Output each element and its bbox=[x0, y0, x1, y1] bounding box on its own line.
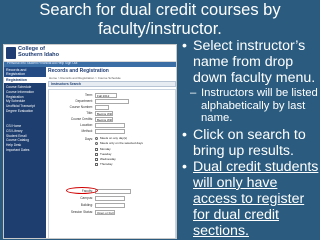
faculty-select[interactable] bbox=[95, 189, 131, 194]
location-select[interactable] bbox=[95, 123, 125, 128]
days-label: Days: bbox=[84, 137, 93, 141]
location-row: Location: bbox=[49, 123, 176, 128]
top-nav-links[interactable]: Personal Info Student Financial Aid Help… bbox=[7, 61, 77, 65]
section-label: Instructors Search bbox=[51, 82, 81, 86]
bullet-3: • Dual credit students will only have ac… bbox=[182, 159, 319, 239]
bullet-dot-icon: • bbox=[182, 38, 187, 54]
breadcrumb[interactable]: Home > Records and Registration > Course… bbox=[49, 76, 121, 80]
search-form: Term: Fall 2012 Department: Course Numbe… bbox=[48, 89, 176, 238]
header-bar: College of Southern Idaho bbox=[4, 45, 176, 62]
sidebar-subheader: Registration bbox=[4, 77, 46, 83]
course-label: Course Number: bbox=[69, 105, 93, 109]
title-row: Title: Begins With bbox=[49, 111, 176, 116]
selected-days-radio[interactable] bbox=[95, 142, 98, 145]
wednesday-checkbox[interactable] bbox=[95, 158, 98, 161]
term-label: Term: bbox=[85, 93, 93, 97]
bullet-2: • Click on search to bring up results. bbox=[182, 127, 319, 159]
method-row: Method: bbox=[49, 129, 176, 134]
bullet-dot-icon: • bbox=[182, 158, 187, 175]
dash-icon: – bbox=[190, 87, 197, 99]
campus-select[interactable] bbox=[95, 196, 125, 201]
tuesday-checkbox[interactable] bbox=[95, 153, 98, 156]
slide: Search for dual credit courses by facult… bbox=[0, 0, 320, 240]
bullet-3-text: Dual credit students will only have acce… bbox=[193, 158, 319, 239]
credits-label: Course Credits: bbox=[70, 117, 93, 121]
bullet-list: • Select instructor’s name from drop dow… bbox=[182, 38, 319, 239]
title-match-select[interactable]: Begins With bbox=[95, 111, 113, 116]
screenshot-panel: College of Southern Idaho Personal Info … bbox=[3, 44, 177, 239]
bullet-dot-icon: • bbox=[182, 126, 187, 143]
section-toolbar: Instructors Search bbox=[48, 81, 176, 87]
bullet-1: • Select instructor’s name from drop dow… bbox=[182, 38, 319, 86]
any-day-label: Meets on any day(s) bbox=[100, 136, 128, 140]
session-label: Session Status: bbox=[70, 210, 93, 214]
sidebar: Records and Registration Registration Co… bbox=[4, 67, 46, 238]
college-name: College of Southern Idaho bbox=[18, 46, 60, 58]
thursday-label: Thursday bbox=[100, 162, 113, 166]
title-line-1: Search for dual credit courses by bbox=[39, 1, 281, 19]
sidebar-item[interactable]: Degree Evaluation bbox=[6, 109, 44, 114]
term-row: Term: Fall 2012 bbox=[49, 93, 176, 98]
monday-checkbox[interactable] bbox=[95, 148, 98, 151]
department-select[interactable] bbox=[95, 99, 129, 104]
bullet-2-text: Click on search to bring up results. bbox=[193, 126, 306, 159]
course-number-input[interactable] bbox=[95, 105, 109, 110]
college-logo-icon bbox=[6, 47, 16, 59]
wednesday-label: Wednesday bbox=[100, 157, 116, 161]
thursday-checkbox[interactable] bbox=[95, 163, 98, 166]
monday-label: Monday bbox=[100, 147, 111, 151]
building-label: Building: bbox=[80, 203, 93, 207]
any-day-radio[interactable] bbox=[95, 137, 98, 140]
credits-row: Course Credits: Begins With bbox=[49, 117, 176, 122]
bullet-1-text: Select instructor’s name from drop down … bbox=[193, 38, 316, 86]
credits-match-select[interactable]: Begins With bbox=[95, 117, 113, 122]
session-row: Session Status: Open or Full bbox=[49, 210, 176, 215]
session-select[interactable]: Open or Full bbox=[95, 210, 115, 215]
sub-bullet-text: Instructors will be listed alphabeticall… bbox=[201, 87, 318, 125]
department-row: Department: bbox=[49, 99, 176, 104]
sidebar-links: CSI Home CSI Library Student Email Cours… bbox=[6, 124, 44, 153]
title-line-2: faculty/instructor. bbox=[98, 20, 222, 38]
term-select[interactable]: Fall 2012 bbox=[95, 93, 117, 98]
sub-bullet: – Instructors will be listed alphabetica… bbox=[182, 87, 319, 125]
sidebar-link[interactable]: Important Dates bbox=[6, 148, 44, 153]
department-label: Department: bbox=[75, 99, 93, 103]
main-content: Records and Registration Home > Records … bbox=[46, 67, 176, 238]
building-row: Building: bbox=[49, 203, 176, 208]
location-label: Location: bbox=[80, 123, 93, 127]
sidebar-header: Records and Registration bbox=[4, 67, 46, 77]
method-label: Method: bbox=[81, 129, 93, 133]
title-label: Title: bbox=[86, 111, 93, 115]
sidebar-menu: Course Schedule Course Information Regis… bbox=[6, 85, 44, 114]
building-select[interactable] bbox=[95, 203, 125, 208]
selected-days-label: Meets only on the selected days bbox=[100, 141, 143, 145]
faculty-highlight-circle bbox=[66, 187, 98, 194]
tuesday-label: Tuesday bbox=[100, 152, 112, 156]
campus-label: Campus: bbox=[80, 196, 93, 200]
campus-row: Campus: bbox=[49, 196, 176, 201]
slide-title: Search for dual credit courses by facult… bbox=[0, 1, 320, 39]
course-row: Course Number: bbox=[49, 105, 176, 110]
page-title: Records and Registration bbox=[48, 68, 109, 74]
method-select[interactable] bbox=[95, 129, 125, 134]
